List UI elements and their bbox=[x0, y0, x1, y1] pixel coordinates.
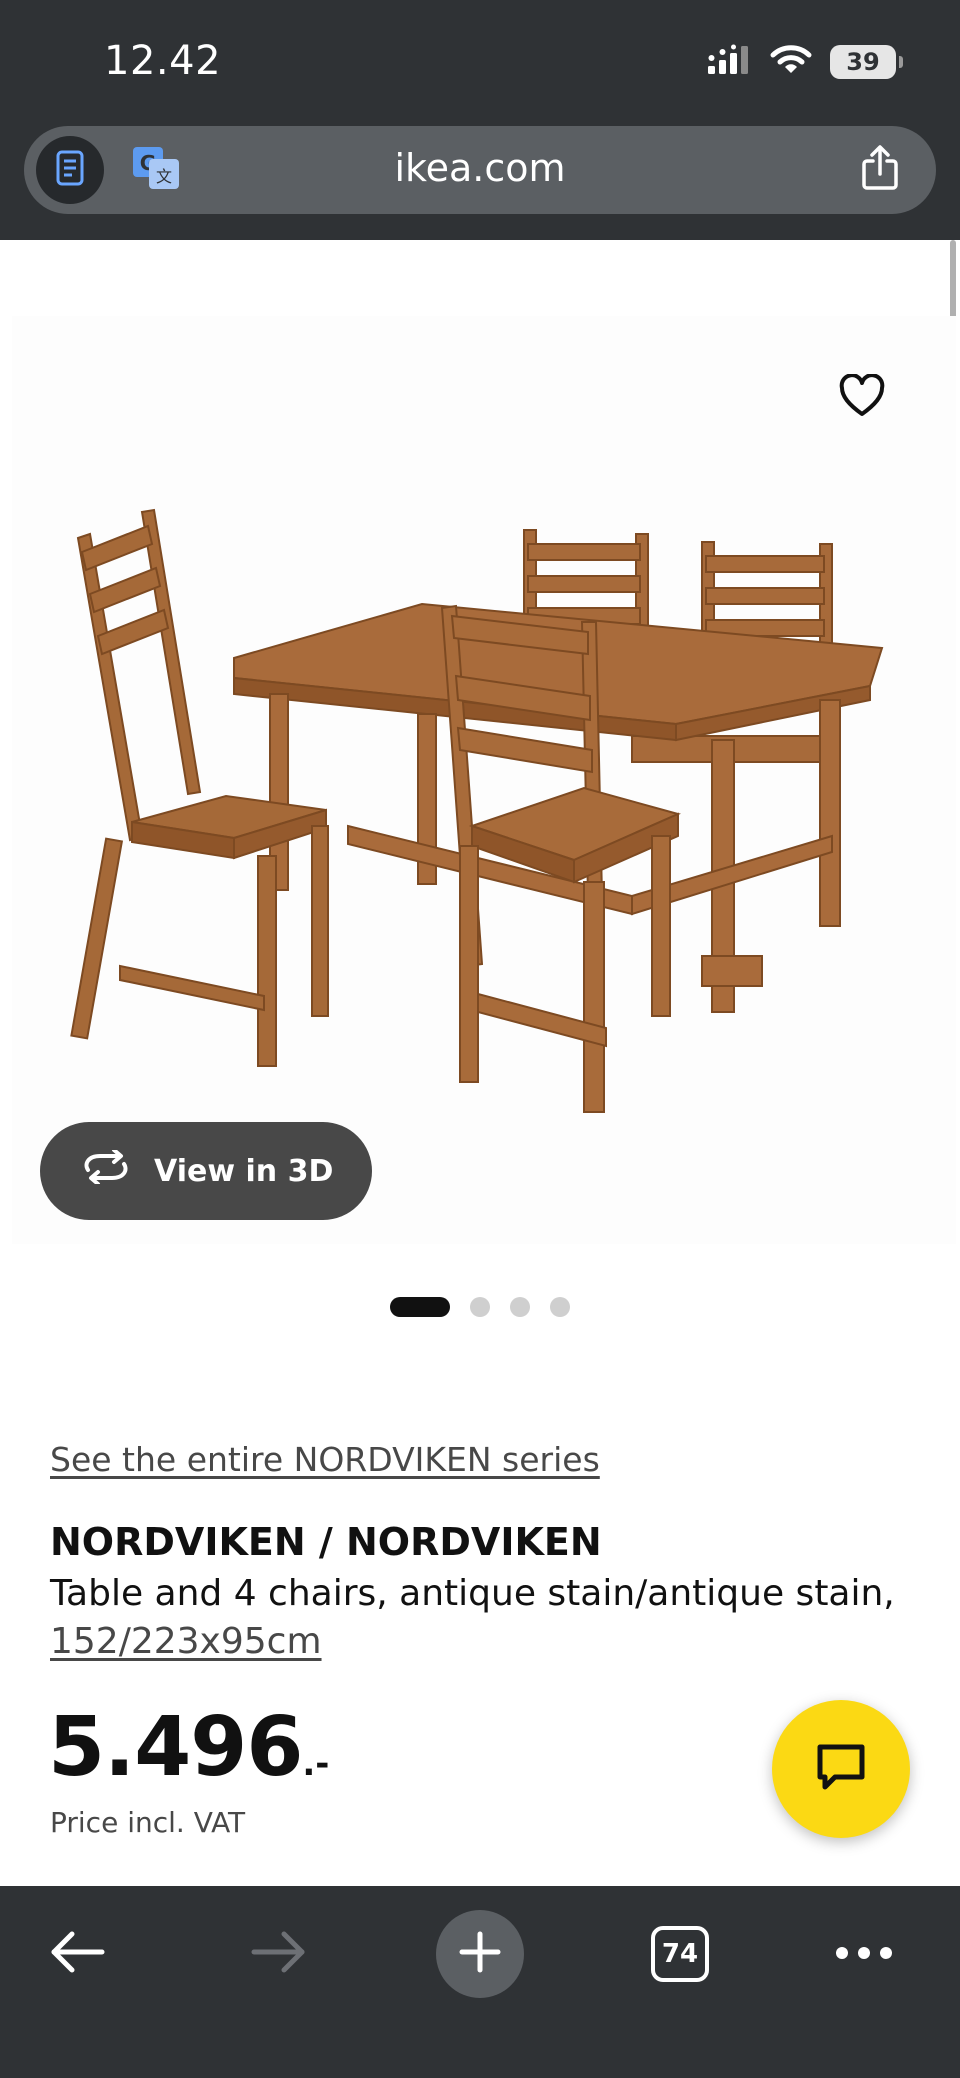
chat-button[interactable] bbox=[772, 1700, 910, 1838]
rotate-3d-icon bbox=[80, 1148, 132, 1192]
wifi-icon bbox=[770, 44, 812, 80]
product-description: Table and 4 chairs, antique stain/antiqu… bbox=[50, 1570, 930, 1666]
product-price: 5.496.- bbox=[48, 1700, 329, 1795]
view-in-3d-button[interactable]: View in 3D bbox=[40, 1122, 372, 1220]
image-carousel-dots[interactable] bbox=[390, 1296, 570, 1318]
status-icons: 39 bbox=[706, 44, 903, 80]
price-major: 5.496 bbox=[48, 1700, 303, 1795]
price-minor: .- bbox=[302, 1744, 330, 1784]
favorite-button[interactable] bbox=[820, 356, 904, 440]
carousel-dot-2[interactable] bbox=[470, 1297, 490, 1317]
address-bar[interactable]: G 文 ikea.com bbox=[24, 126, 936, 214]
status-time: 12.42 bbox=[104, 38, 222, 84]
view-in-3d-label: View in 3D bbox=[154, 1153, 334, 1189]
more-icon bbox=[834, 1945, 894, 1964]
tab-count: 74 bbox=[661, 1939, 699, 1969]
back-arrow-icon bbox=[50, 1930, 106, 1978]
carousel-dot-4[interactable] bbox=[550, 1297, 570, 1317]
browser-bottom-toolbar: 74 bbox=[0, 1886, 960, 2078]
browser-top-chrome: 12.42 39 G 文 ikea.com bbox=[0, 0, 960, 240]
tabs-button[interactable]: 74 bbox=[640, 1910, 720, 1998]
share-icon bbox=[860, 145, 900, 195]
more-button[interactable] bbox=[824, 1910, 904, 1998]
product-name: NORDVIKEN / NORDVIKEN bbox=[50, 1520, 602, 1564]
url-text[interactable]: ikea.com bbox=[24, 146, 936, 190]
product-description-text: Table and 4 chairs, antique stain/antiqu… bbox=[50, 1573, 895, 1614]
product-dimensions-link[interactable]: 152/223x95cm bbox=[50, 1621, 322, 1662]
cellular-signal-icon bbox=[706, 44, 752, 80]
chat-bubble-icon bbox=[815, 1742, 867, 1796]
new-tab-button[interactable] bbox=[436, 1910, 524, 1998]
share-button[interactable] bbox=[852, 142, 908, 198]
battery-level: 39 bbox=[846, 48, 880, 76]
price-vat-note: Price incl. VAT bbox=[50, 1806, 246, 1839]
tabs-icon: 74 bbox=[651, 1926, 709, 1982]
carousel-dot-1[interactable] bbox=[390, 1297, 450, 1317]
carousel-dot-3[interactable] bbox=[510, 1297, 530, 1317]
forward-button[interactable] bbox=[236, 1910, 320, 1998]
forward-arrow-icon bbox=[250, 1930, 306, 1978]
series-link[interactable]: See the entire NORDVIKEN series bbox=[50, 1440, 600, 1479]
battery-icon: 39 bbox=[830, 45, 903, 79]
new-tab-plus-icon bbox=[458, 1930, 502, 1978]
dining-set-illustration bbox=[70, 508, 884, 1113]
product-image[interactable] bbox=[12, 316, 956, 1244]
heart-icon bbox=[838, 373, 886, 422]
back-button[interactable] bbox=[36, 1910, 120, 1998]
